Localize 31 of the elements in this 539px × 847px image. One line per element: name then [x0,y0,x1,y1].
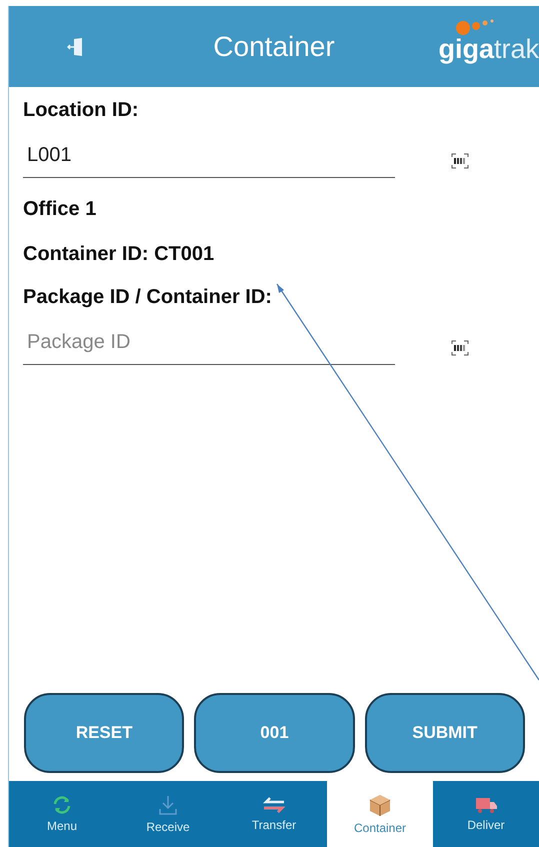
tab-label: Deliver [467,818,505,832]
action-button[interactable]: RESET [24,693,184,773]
logo-dots-icon [456,18,496,36]
logo-text: trak [494,34,539,65]
field-label: Package ID / Container ID: [23,286,273,309]
container-id-text: Container ID: CT001 [23,243,216,266]
barcode-scan-icon[interactable] [451,340,469,356]
refresh-icon [51,795,73,815]
barcode-scan-icon[interactable] [451,153,469,169]
location-field[interactable]: L001 [23,144,395,178]
box-icon [368,793,392,817]
nav-tab[interactable]: Menu [9,781,115,847]
tab-label: Menu [46,819,78,833]
action-button[interactable]: SUBMIT [364,693,525,773]
exit-door-icon[interactable] [67,36,83,56]
nav-tab[interactable]: Transfer [221,781,327,847]
tab-label: Container [354,821,406,835]
action-button[interactable]: 001 [194,693,355,773]
tab-label: Transfer [252,818,296,832]
screen-title: Container [213,30,335,62]
field-label: Location ID: [23,99,140,122]
download-icon [157,794,179,816]
package-field[interactable]: Package ID [23,331,395,365]
nav-tab[interactable]: Deliver [433,781,539,847]
truck-icon [474,796,498,814]
nav-tab[interactable]: Container [327,781,433,847]
tab-label: Receive [146,820,190,834]
location-name: Office 1 [23,198,98,221]
logo-text: giga [438,34,494,65]
nav-tab[interactable]: Receive [115,781,221,847]
swap-arrows-icon [262,796,286,814]
